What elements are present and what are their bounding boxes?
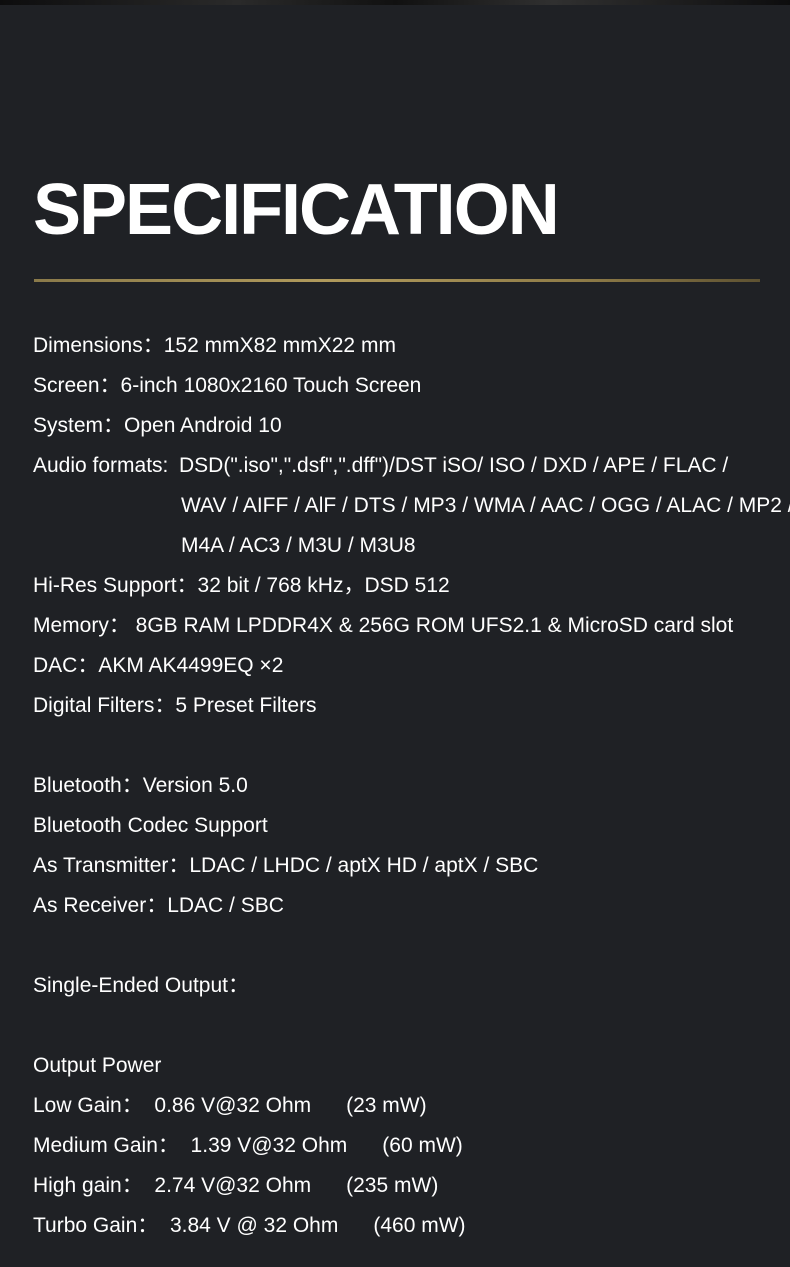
spec-digital-filters: Digital Filters：5 Preset Filters — [33, 694, 317, 717]
output-low-gain: Low Gain： 0.86 V@32 Ohm (23 mW) — [33, 1094, 427, 1117]
bluetooth-transmitter: As Transmitter：LDAC / LHDC / aptX HD / a… — [33, 854, 539, 877]
audio-formats-line-2: WAV / AIFF / AlF / DTS / MP3 / WMA / AAC… — [181, 494, 790, 517]
spec-screen: Screen：6-inch 1080x2160 Touch Screen — [33, 374, 422, 397]
bluetooth-version: Bluetooth：Version 5.0 — [33, 774, 248, 797]
audio-formats-line-3: M4A / AC3 / M3U / M3U8 — [181, 534, 416, 557]
single-ended-output: Single-Ended Output： — [33, 974, 249, 997]
spec-dac: DAC：AKM AK4499EQ ×2 — [33, 654, 284, 677]
output-high-gain: High gain： 2.74 V@32 Ohm (235 mW) — [33, 1174, 439, 1197]
output-medium-gain: Medium Gain： 1.39 V@32 Ohm (60 mW) — [33, 1134, 463, 1157]
bluetooth-receiver: As Receiver：LDAC / SBC — [33, 894, 284, 917]
output-turbo-gain: Turbo Gain： 3.84 V @ 32 Ohm (460 mW) — [33, 1214, 466, 1237]
audio-formats-label: Audio formats: — [33, 454, 169, 477]
spec-dimensions: Dimensions：152 mmX82 mmX22 mm — [33, 334, 396, 357]
spec-audio-formats: Audio formats: DSD(".iso",".dsf",".dff")/… — [33, 452, 728, 480]
output-power-heading: Output Power — [33, 1054, 162, 1077]
bluetooth-codec-support: Bluetooth Codec Support — [33, 814, 268, 837]
spec-hires-support: Hi-Res Support：32 bit / 768 kHz，DSD 512 — [33, 574, 450, 597]
spec-system: System：Open Android 10 — [33, 414, 282, 437]
audio-formats-line-1: DSD(".iso",".dsf",".dff")/DST iSO/ ISO /… — [179, 454, 729, 477]
top-image-strip — [0, 0, 790, 5]
title-divider — [34, 279, 760, 282]
page-title: SPECIFICATION — [33, 170, 560, 250]
spec-memory: Memory： 8GB RAM LPDDR4X & 256G ROM UFS2.… — [33, 614, 734, 637]
